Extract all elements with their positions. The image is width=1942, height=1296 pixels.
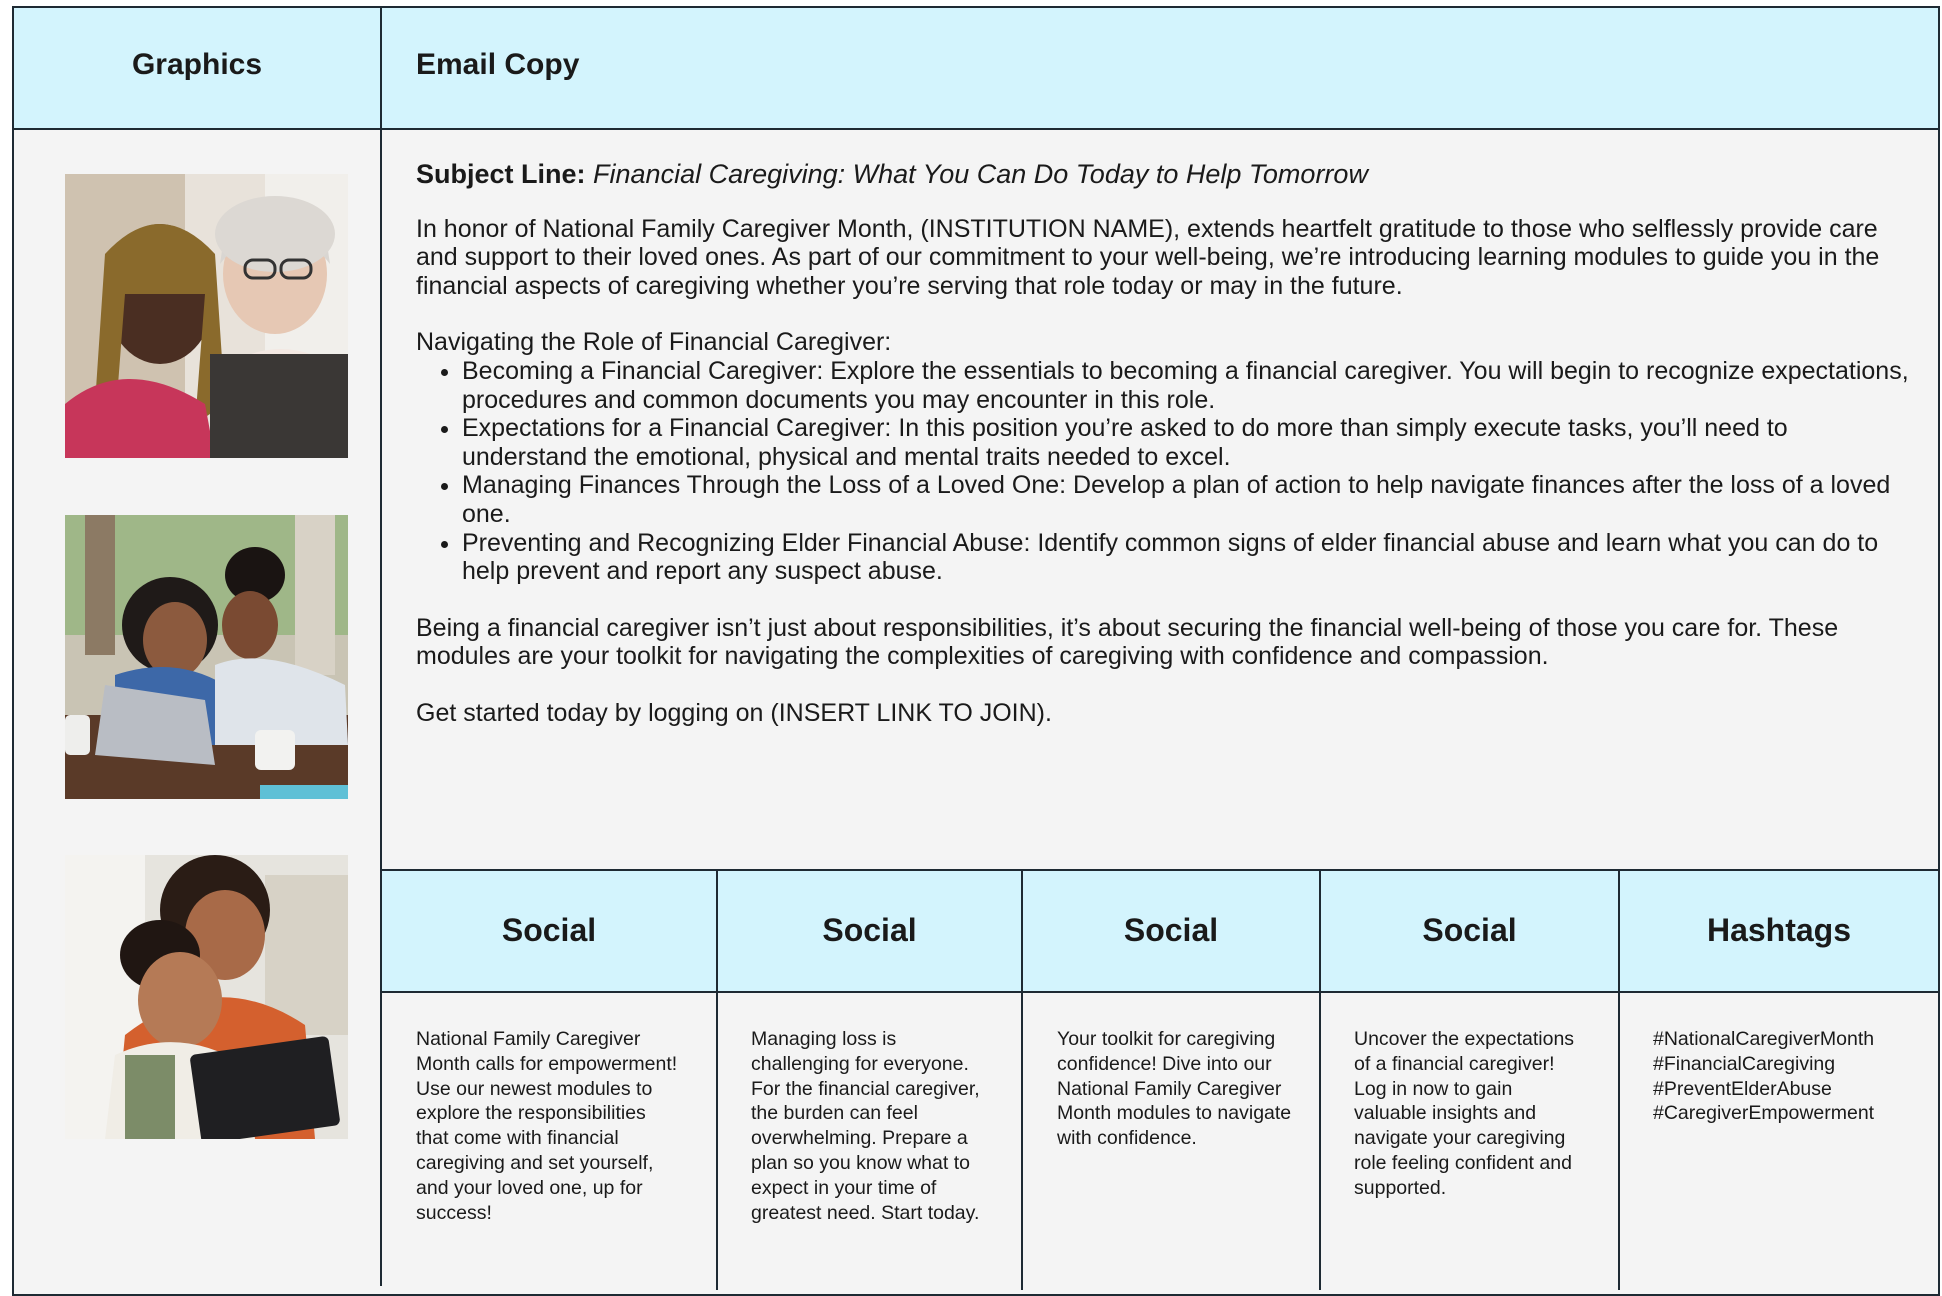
list-item: Expectations for a Financial Caregiver: … (462, 414, 1916, 471)
social-header-4: Social (1422, 912, 1517, 948)
photo-mother-daughter-laptop (65, 515, 348, 799)
social-post-2: Managing loss is challenging for everyon… (751, 1028, 980, 1224)
email-copy-header: Email Copy (416, 48, 580, 81)
hashtags-header: Hashtags (1706, 912, 1852, 948)
module-list: Becoming a Financial Caregiver: Explore … (416, 357, 1916, 586)
list-item: Managing Finances Through the Loss of a … (462, 471, 1916, 528)
hashtag: #NationalCaregiverMonth (1653, 1028, 1875, 1050)
email-body: Subject Line: Financial Caregiving: What… (416, 160, 1916, 756)
social-post-1: National Family Caregiver Month calls fo… (416, 1028, 678, 1224)
list-heading: Navigating the Role of Financial Caregiv… (416, 328, 892, 357)
social-header-3: Social (1123, 912, 1219, 948)
hashtag: #FinancialCaregiving (1653, 1052, 1836, 1075)
social-header-1: Social (501, 912, 597, 948)
list-item: Becoming a Financial Caregiver: Explore … (462, 357, 1916, 414)
hashtag: #PreventElderAbuse (1653, 1077, 1832, 1100)
subject-label: Subject Line: (416, 159, 586, 189)
email-cta: Get started today by logging on (INSERT … (416, 698, 1052, 727)
list-item: Preventing and Recognizing Elder Financi… (462, 529, 1916, 586)
subject-text: Financial Caregiving: What You Can Do To… (593, 159, 1368, 189)
photo-caregiver-daughter-elder-laptop (65, 174, 348, 458)
subject-line: Subject Line: Financial Caregiving: What… (416, 160, 1916, 189)
social-post-3: Your toolkit for caregiving confidence! … (1057, 1028, 1292, 1150)
photo-mother-child-tablet (65, 855, 348, 1139)
email-closing: Being a financial caregiver isn’t just a… (416, 613, 1839, 671)
social-header-2: Social (822, 912, 917, 948)
column-divider (380, 6, 382, 1286)
graphics-header: Graphics (131, 48, 263, 81)
social-post-4: Uncover the expectations of a financial … (1354, 1028, 1575, 1199)
hashtag-list: #NationalCaregiverMonth #FinancialCaregi… (1653, 1027, 1938, 1126)
email-intro: In honor of National Family Caregiver Mo… (416, 214, 1880, 300)
hashtag: #CaregiverEmpowerment (1653, 1102, 1875, 1125)
